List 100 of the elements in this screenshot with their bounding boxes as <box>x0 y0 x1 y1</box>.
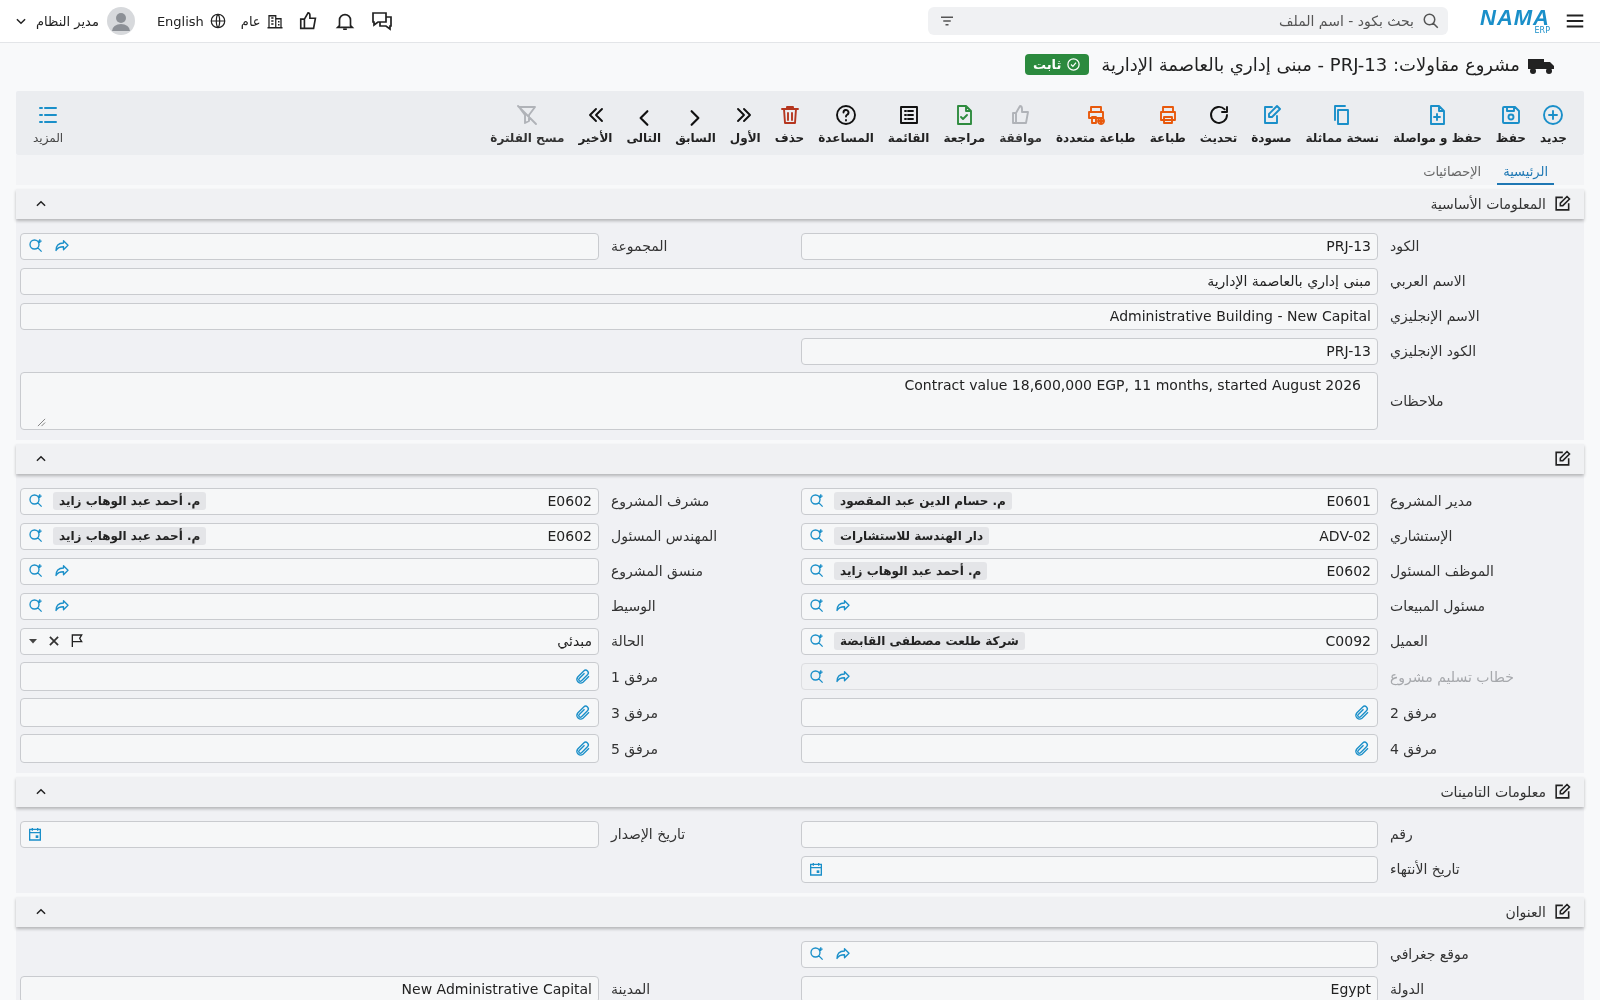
toolbar-button[interactable]: حفظ <box>1488 99 1533 145</box>
search-plus-icon[interactable] <box>27 562 45 580</box>
field-label: تاريخ الأنتهاء <box>1389 861 1461 877</box>
chevron-icon <box>637 109 650 127</box>
toolbar-button[interactable]: القائمة <box>880 99 937 145</box>
input-field[interactable] <box>801 698 1378 727</box>
search-plus-icon[interactable] <box>808 597 826 615</box>
edit-icon <box>1552 782 1572 802</box>
paperclip-icon[interactable] <box>574 739 592 758</box>
input-field[interactable]: Administrative Building - New Capital <box>20 302 1378 330</box>
edit-icon <box>1552 194 1572 214</box>
input-field[interactable] <box>20 698 599 727</box>
input-field[interactable]: Contract value 18,600,000 EGP, 11 months, started August 2026 <box>20 372 1378 430</box>
input-field[interactable] <box>801 855 1378 883</box>
search-plus-icon[interactable] <box>27 527 45 545</box>
field-label: منسق المشروع <box>610 563 704 579</box>
input-field[interactable]: New Administrative Capital <box>20 975 599 1000</box>
search-plus-icon[interactable] <box>808 667 826 686</box>
section-header[interactable]: المعلومات الأساسية <box>16 189 1584 219</box>
paperclip-icon[interactable] <box>1353 739 1371 758</box>
clear-icon[interactable] <box>47 634 61 648</box>
field-label: رقم <box>1389 826 1414 842</box>
more-button[interactable]: المزيد <box>26 99 71 145</box>
check-circle-icon <box>1066 56 1082 72</box>
section-title: معلومات التامينات <box>1440 784 1546 800</box>
search-plus-icon[interactable] <box>808 562 826 580</box>
paperclip-icon[interactable] <box>574 667 592 686</box>
input-field[interactable] <box>20 662 599 691</box>
input-field[interactable] <box>20 592 599 620</box>
input-field[interactable]: مبدئي <box>20 627 599 655</box>
chat-icon[interactable] <box>369 9 394 33</box>
search-icon <box>1422 12 1440 30</box>
flag-icon[interactable] <box>69 633 85 649</box>
selected-name: شركة طلعت مصطفى القابضة <box>834 632 1025 650</box>
calendar-icon[interactable] <box>808 861 824 877</box>
field-label: المهندس المسئول <box>610 528 719 544</box>
input-field[interactable] <box>20 557 599 585</box>
toolbar-button[interactable]: طباعة <box>1142 99 1193 145</box>
input-field[interactable] <box>801 820 1378 848</box>
input-field[interactable] <box>801 940 1378 968</box>
input-field[interactable] <box>801 592 1378 620</box>
input-field[interactable]: مبنى إداري بالعاصمة الإدارية <box>20 267 1378 295</box>
globe-icon <box>208 12 227 30</box>
paperclip-icon[interactable] <box>574 703 592 722</box>
input-field[interactable]: PRJ-13 <box>801 232 1378 260</box>
input-field[interactable] <box>20 820 599 848</box>
section-header[interactable]: معلومات التامينات <box>16 777 1584 807</box>
field-label: مرفق 4 <box>1389 740 1438 757</box>
language-selector[interactable]: English <box>156 12 227 30</box>
field-label: المجموعة <box>610 238 669 254</box>
calendar-icon[interactable] <box>27 826 43 842</box>
field-label: الحالة <box>610 633 646 649</box>
logo: NAMA ERP <box>1480 7 1550 35</box>
search-plus-icon[interactable] <box>808 492 826 510</box>
toolbar-button[interactable]: جديد <box>1532 99 1574 145</box>
search-plus-icon[interactable] <box>808 632 826 650</box>
input-field[interactable] <box>20 232 599 260</box>
paperclip-icon[interactable] <box>1353 703 1371 722</box>
toolbar-button[interactable]: طباعة متعددة <box>1049 99 1143 145</box>
tab[interactable]: الإحصائيات <box>1417 159 1488 185</box>
section-header[interactable]: العنوان <box>16 897 1584 927</box>
toolbar-button[interactable]: السابق <box>668 99 723 145</box>
search-plus-icon[interactable] <box>27 492 45 510</box>
user-menu[interactable]: مدير النظام <box>14 7 135 35</box>
toolbar-button[interactable]: مراجعة <box>936 99 993 145</box>
field-label: المدينة <box>610 981 652 997</box>
field-label: خطاب تسليم مشروع <box>1389 668 1515 685</box>
toolbar-button[interactable]: حفظ و مواصلة <box>1386 99 1489 145</box>
field-label: الاسم الإنجليزي <box>1389 308 1481 324</box>
search-field[interactable]: بحث بكود - اسم الملف <box>928 7 1448 35</box>
resize-handle-icon[interactable] <box>37 418 46 427</box>
field-label: موقع جغرافي <box>1389 946 1470 962</box>
input-field[interactable] <box>20 734 599 763</box>
toolbar-button[interactable]: التالى <box>619 99 669 145</box>
building-icon <box>265 12 284 30</box>
input-field[interactable] <box>801 663 1378 690</box>
toolbar-button[interactable]: مسودة <box>1244 99 1299 145</box>
branch-selector[interactable]: عام <box>240 12 284 30</box>
toolbar-button[interactable]: الأخير <box>571 99 620 145</box>
tab[interactable]: الرئيسية <box>1497 159 1554 185</box>
field-label: الوسيط <box>610 598 657 614</box>
toolbar-button[interactable]: المساعدة <box>811 99 881 145</box>
toolbar-button[interactable]: الأول <box>722 99 768 145</box>
field-label: ملاحظات <box>1389 393 1445 409</box>
input-field[interactable]: PRJ-13 <box>801 337 1378 365</box>
field-label: الكود <box>1389 238 1421 254</box>
toolbar-button[interactable]: تحديث <box>1192 99 1245 145</box>
input-field[interactable]: Egypt <box>801 975 1378 1000</box>
search-plus-icon[interactable] <box>27 597 45 615</box>
search-plus-icon[interactable] <box>808 945 826 963</box>
avatar-icon <box>106 7 135 35</box>
toolbar-button[interactable]: حذف <box>767 99 812 145</box>
toolbar-button[interactable]: نسخة مماثلة <box>1298 99 1387 145</box>
field-label: مدير المشروع <box>1389 493 1474 509</box>
search-plus-icon[interactable] <box>27 237 45 255</box>
field-label: مرفق 1 <box>610 668 659 685</box>
field-label: مرفق 2 <box>1389 704 1438 721</box>
search-plus-icon[interactable] <box>808 527 826 545</box>
input-field[interactable] <box>801 734 1378 763</box>
edit-icon <box>1552 449 1572 469</box>
